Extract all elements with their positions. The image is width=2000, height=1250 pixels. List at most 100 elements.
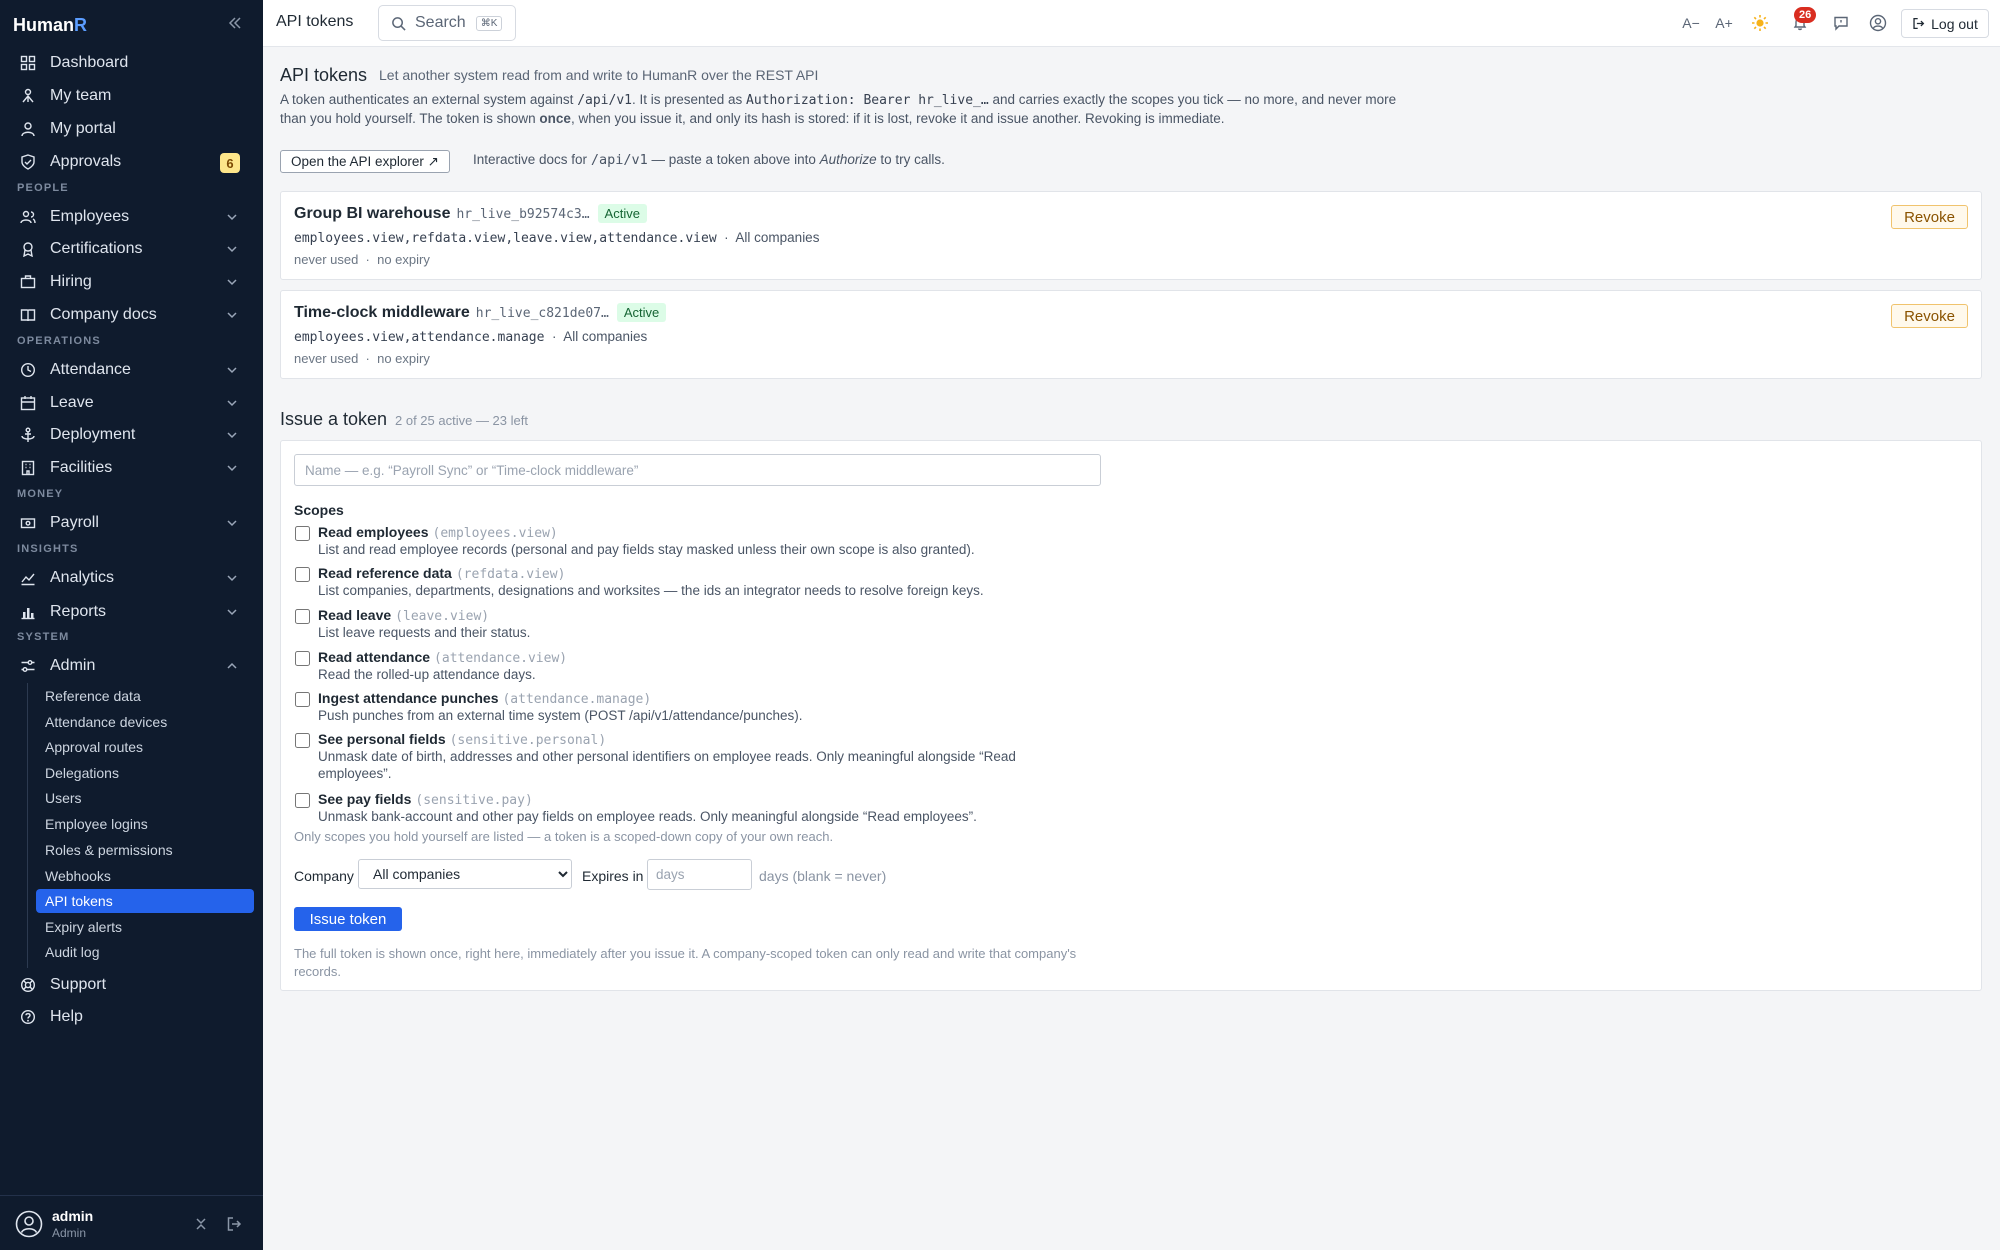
sub-users[interactable]: Users <box>36 786 254 810</box>
chevron-down-icon <box>227 609 237 616</box>
message-icon[interactable] <box>1830 12 1852 34</box>
team-icon <box>18 86 38 106</box>
revoke-button[interactable]: Revoke <box>1891 205 1968 229</box>
nav-label: Dashboard <box>50 54 129 71</box>
token-card: Time-clock middleware hr_live_c821de07… Ac… <box>280 290 1982 379</box>
scope-label: See personal fields (sensitive.personal) <box>318 731 607 748</box>
nav-dashboard[interactable]: Dashboard <box>8 48 250 78</box>
nav-analytics[interactable]: Analytics <box>8 563 250 593</box>
token-name-input[interactable] <box>294 454 1101 486</box>
section-people: PEOPLE <box>17 182 69 194</box>
account-icon[interactable] <box>1867 12 1889 34</box>
dashboard-icon <box>18 53 38 73</box>
scope-label: Read reference data (refdata.view) <box>318 565 566 582</box>
sub-audit-log[interactable]: Audit log <box>36 940 254 964</box>
brand-logo[interactable]: Human R <box>13 12 87 38</box>
notification-count-badge: 26 <box>1794 7 1817 23</box>
theme-sun-icon[interactable] <box>1749 12 1771 34</box>
collapse-sidebar-icon[interactable] <box>226 14 244 32</box>
nav-reports[interactable]: Reports <box>8 597 250 627</box>
issue-token-form: Scopes Read employees(employees.view) Li… <box>280 440 1982 991</box>
nav-company-docs[interactable]: Company docs <box>8 300 250 330</box>
scope-checkbox-leave-view[interactable] <box>295 609 310 624</box>
nav-employees[interactable]: Employees <box>8 202 250 232</box>
nav-certifications[interactable]: Certifications <box>8 234 250 264</box>
nav-approvals[interactable]: Approvals 6 <box>8 147 250 177</box>
user-icon <box>18 119 38 139</box>
scope-checkbox-sensitive-pay[interactable] <box>295 793 310 808</box>
token-card: Group BI warehouse hr_live_b92574c3… Activ… <box>280 191 1982 280</box>
logout-button[interactable]: Log out <box>1901 9 1989 38</box>
submenu-guide-line <box>27 683 28 968</box>
approvals-count-badge: 6 <box>220 153 240 173</box>
issue-footnote: The full token is shown once, right here… <box>294 946 1077 979</box>
sub-delegations[interactable]: Delegations <box>36 761 254 785</box>
nav-leave[interactable]: Leave <box>8 388 250 418</box>
search-button[interactable]: Search ⌘K <box>378 5 516 41</box>
user-bar: admin Admin <box>0 1195 263 1250</box>
company-select[interactable]: All companies <box>358 859 572 889</box>
sub-employee-logins[interactable]: Employee logins <box>36 812 254 836</box>
open-api-explorer-button[interactable]: Open the API explorer ↗ <box>280 150 450 173</box>
scope-label: Ingest attendance punches (attendance.man… <box>318 690 652 707</box>
page-title: API tokens <box>280 65 368 85</box>
sign-out-icon[interactable] <box>226 1216 242 1232</box>
avatar[interactable] <box>15 1210 43 1238</box>
font-increase-button[interactable]: A+ <box>1713 12 1735 34</box>
token-prefix: hr_live_c821de07… <box>475 306 609 321</box>
search-shortcut: ⌘K <box>475 15 503 31</box>
switch-user-icon[interactable] <box>193 1216 209 1232</box>
sliders-icon <box>18 656 38 676</box>
chevron-down-icon <box>227 465 237 472</box>
nav-help[interactable]: Help <box>8 1002 250 1032</box>
token-scopes: employees.view,refdata.view,leave.view,a… <box>294 230 820 246</box>
scope-checkbox-refdata-view[interactable] <box>295 567 310 582</box>
nav-label: Reports <box>50 603 107 620</box>
nav-label: Company docs <box>50 306 157 323</box>
token-name: Group BI warehouse hr_live_b92574c3… Activ… <box>294 204 647 223</box>
scope-checkbox-attendance-manage[interactable] <box>295 692 310 707</box>
section-operations: OPERATIONS <box>17 335 101 347</box>
explorer-note: Interactive docs for /api/v1 — paste a t… <box>473 152 945 168</box>
nav-my-portal[interactable]: My portal <box>8 114 250 144</box>
font-decrease-button[interactable]: A− <box>1680 12 1702 34</box>
brand-name: Human <box>13 14 75 35</box>
nav-hiring[interactable]: Hiring <box>8 267 250 297</box>
nav-support[interactable]: Support <box>8 970 250 1000</box>
sidebar: Human R Dashboard My team My portal Appro… <box>0 0 263 1250</box>
scope-description: Unmask bank-account and other pay fields… <box>318 809 977 824</box>
token-usage: never used · no expiry <box>294 252 430 267</box>
issue-token-button[interactable]: Issue token <box>294 907 402 931</box>
issue-count: 2 of 25 active — 23 left <box>395 413 528 428</box>
page-subtitle: Let another system read from and write t… <box>379 67 819 83</box>
nav-facilities[interactable]: Facilities <box>8 453 250 483</box>
nav-attendance[interactable]: Attendance <box>8 355 250 385</box>
nav-my-team[interactable]: My team <box>8 81 250 111</box>
sub-api-tokens[interactable]: API tokens <box>36 889 254 913</box>
scope-checkbox-attendance-view[interactable] <box>295 651 310 666</box>
chevron-down-icon <box>227 520 237 527</box>
nav-payroll[interactable]: Payroll <box>8 508 250 538</box>
sub-webhooks[interactable]: Webhooks <box>36 864 254 888</box>
nav-label: Support <box>50 976 107 993</box>
sub-approval-routes[interactable]: Approval routes <box>36 735 254 759</box>
clock-icon <box>18 360 38 380</box>
scope-label: Read leave (leave.view) <box>318 607 490 624</box>
expires-days-input[interactable] <box>647 859 752 890</box>
nav-admin[interactable]: Admin <box>8 651 250 681</box>
sub-reference-data[interactable]: Reference data <box>36 684 254 708</box>
chevron-down-icon <box>227 312 237 319</box>
users-icon <box>18 207 38 227</box>
main-content: API tokens Let another system read from … <box>263 48 2000 1250</box>
nav-label: Facilities <box>50 459 113 476</box>
sub-expiry-alerts[interactable]: Expiry alerts <box>36 915 254 939</box>
nav-label: Hiring <box>50 273 92 290</box>
chevron-up-icon <box>227 662 237 669</box>
anchor-icon <box>18 425 38 445</box>
revoke-button[interactable]: Revoke <box>1891 304 1968 328</box>
scope-checkbox-sensitive-personal[interactable] <box>295 733 310 748</box>
sub-attendance-devices[interactable]: Attendance devices <box>36 710 254 734</box>
nav-deployment[interactable]: Deployment <box>8 420 250 450</box>
scope-checkbox-employees-view[interactable] <box>295 526 310 541</box>
sub-roles-permissions[interactable]: Roles & permissions <box>36 838 254 862</box>
